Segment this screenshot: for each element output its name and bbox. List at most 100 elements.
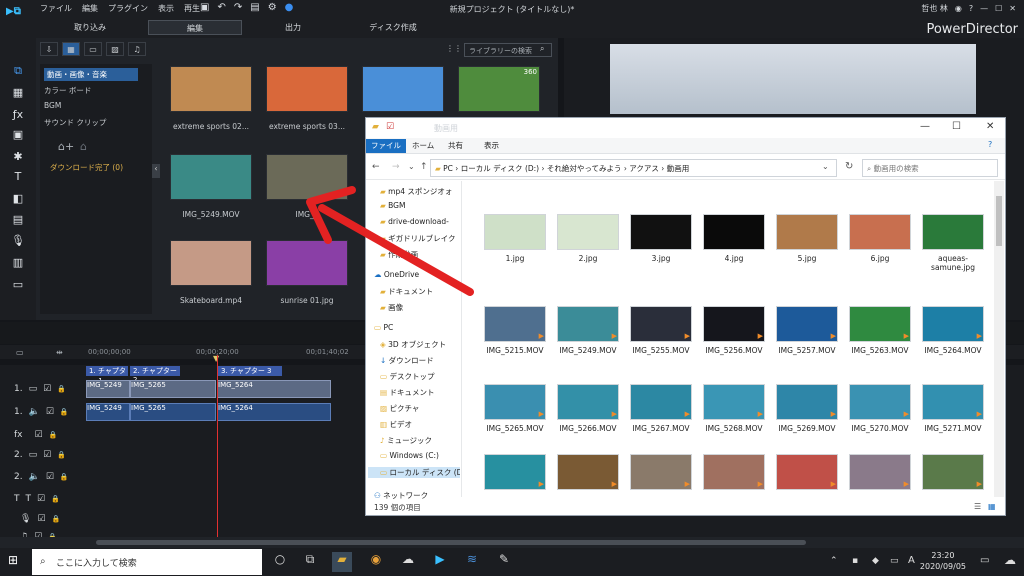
track-enable-checkbox[interactable]: ☑ (37, 494, 45, 504)
media-room-icon[interactable]: ⧉ (11, 64, 25, 78)
file-explorer-icon[interactable]: ▰ (332, 552, 352, 572)
file-thumbnail[interactable]: ▶ (630, 454, 692, 490)
file-thumbnail[interactable]: ▶ (484, 454, 546, 490)
file-scroll-thumb[interactable] (996, 196, 1002, 246)
lock-icon[interactable]: 🔒 (60, 473, 69, 481)
file-thumbnail[interactable]: ▶ (776, 306, 838, 342)
music-filter-icon[interactable]: ♫ (128, 42, 146, 56)
details-view-icon[interactable]: ☰ (974, 502, 981, 511)
video-clip-1[interactable]: IMG_5249 (86, 380, 130, 398)
search-icon[interactable]: ⌕ (540, 44, 544, 54)
title-icon[interactable]: T (11, 170, 25, 183)
nav-item[interactable]: ▰ 画像 (380, 302, 460, 313)
track-header[interactable]: fx ☑ 🔒 (0, 426, 86, 444)
track-header[interactable]: 2. 🔈 ☑ 🔒 (0, 468, 86, 486)
file-thumbnail[interactable] (630, 214, 692, 250)
nav-item[interactable]: ▨ ピクチャ (380, 403, 460, 414)
explorer-maximize[interactable]: ☐ (952, 121, 961, 132)
cloud-app-icon[interactable]: ☁ (398, 552, 418, 572)
video-filter-icon[interactable]: ▭ (84, 42, 102, 56)
library-thumb[interactable] (362, 66, 444, 112)
file-thumbnail[interactable]: ▶ (630, 384, 692, 420)
close-button[interactable]: ✕ (1009, 4, 1016, 13)
address-dropdown-icon[interactable]: ⌄ (822, 162, 829, 171)
explorer-minimize[interactable]: — (920, 121, 930, 132)
file-thumbnail[interactable] (922, 214, 984, 250)
maximize-button[interactable]: ☐ (995, 4, 1002, 13)
help-button[interactable]: ? (969, 4, 973, 13)
tab-disc[interactable]: ディスク作成 (346, 20, 440, 35)
help-icon[interactable]: ? (988, 140, 992, 149)
file-thumbnail[interactable] (849, 214, 911, 250)
grid-view-icon[interactable]: ⋮⋮ (446, 44, 462, 53)
forward-icon[interactable]: → (392, 162, 400, 172)
tray-icon[interactable]: ▪ (852, 556, 858, 566)
file-thumbnail[interactable]: ▶ (776, 384, 838, 420)
category-sound-clip[interactable]: サウンド クリップ (44, 117, 106, 128)
scroll-thumb[interactable] (96, 540, 806, 545)
nav-item[interactable]: ↓ ダウンロード (380, 355, 460, 366)
chapter-2[interactable]: 2. チャプター 2 (130, 366, 180, 384)
recent-icon[interactable]: ⌄ (408, 162, 415, 171)
ribbon-home[interactable]: ホーム (412, 140, 434, 151)
video-clip-2[interactable]: IMG_5265 (130, 380, 216, 398)
tab-edit[interactable]: 編集 (148, 20, 242, 35)
subtitle-icon[interactable]: ▭ (11, 278, 25, 291)
file-thumbnail[interactable]: ▶ (922, 306, 984, 342)
ribbon-file[interactable]: ファイル (366, 139, 406, 153)
address-bar[interactable]: ▰ PC › ローカル ディスク (D:) › それ絶対やってみよう › アクア… (430, 159, 837, 177)
nav-item[interactable]: ▭ ローカル ディスク (D (368, 467, 460, 478)
library-search-input[interactable]: ライブラリーの検索 (464, 43, 552, 57)
file-thumbnail[interactable]: ▶ (922, 454, 984, 490)
particle-icon[interactable]: ✱ (11, 150, 25, 163)
file-thumbnail[interactable]: ▶ (484, 384, 546, 420)
lock-icon[interactable]: 🔒 (57, 451, 66, 459)
notification-icon[interactable]: ▭ (980, 555, 989, 566)
audio-clip-1[interactable]: IMG_5249 (86, 403, 130, 421)
category-media[interactable]: 動画・画像・音楽 (44, 68, 138, 81)
explorer-search-input[interactable]: ⌕ 動画用の検索 (862, 159, 998, 177)
nav-item[interactable]: ▭ PC (374, 323, 454, 332)
voiceover-icon[interactable]: 🎙 (11, 234, 25, 247)
network-icon[interactable]: ▭ (890, 556, 899, 566)
track-enable-checkbox[interactable]: ☑ (37, 514, 45, 524)
windows-start-icon[interactable]: ⊞ (8, 553, 18, 567)
track-header[interactable]: 🎙 ☑ 🔒 (0, 510, 86, 528)
file-thumbnail[interactable] (703, 214, 765, 250)
lock-icon[interactable]: 🔒 (57, 385, 66, 393)
ribbon-view[interactable]: 表示 (484, 140, 499, 151)
user-icon[interactable]: ◉ (955, 4, 962, 13)
file-thumbnail[interactable] (776, 214, 838, 250)
crumb-current[interactable]: 動画用 (667, 164, 690, 173)
library-thumb[interactable]: 360 (458, 66, 540, 112)
crumb-pc[interactable]: PC (443, 164, 453, 173)
audio-clip-3[interactable]: IMG_5264 (217, 403, 331, 421)
file-thumbnail[interactable]: ▶ (849, 454, 911, 490)
track-manager-icon[interactable]: ▭ (16, 348, 24, 357)
track-enable-checkbox[interactable]: ☑ (43, 450, 51, 460)
audio-app-icon[interactable]: ≋ (462, 552, 482, 572)
file-thumbnail[interactable] (557, 214, 619, 250)
fx-icon[interactable]: ƒx (11, 108, 25, 121)
file-thumbnail[interactable]: ▶ (776, 454, 838, 490)
track-header[interactable]: 2. ▭ ☑ 🔒 (0, 446, 86, 464)
ribbon-share[interactable]: 共有 (448, 140, 463, 151)
file-thumbnail[interactable]: ▶ (703, 384, 765, 420)
explorer-close[interactable]: ✕ (986, 121, 994, 132)
category-colorboard[interactable]: カラー ボード (44, 85, 91, 96)
ime-icon[interactable]: A (908, 555, 915, 566)
crumb-folder2[interactable]: アクアス (629, 164, 659, 173)
media-filter-icon[interactable]: ▦ (62, 42, 80, 56)
minimize-button[interactable]: — (980, 4, 988, 13)
library-thumb[interactable] (170, 240, 252, 286)
crumb-folder1[interactable]: それ絶対やってみよう (547, 164, 622, 173)
tray-chevron-icon[interactable]: ⌃ (830, 556, 838, 566)
taskbar-search-input[interactable]: ここに入力して検索 (32, 549, 262, 575)
nav-item[interactable]: ⚇ ネットワーク (374, 490, 454, 501)
nav-item[interactable]: ◈ 3D オブジェクト (380, 339, 460, 350)
tab-import[interactable]: 取り込み (40, 20, 140, 35)
audio-clip-2[interactable]: IMG_5265 (130, 403, 216, 421)
templates-icon[interactable]: ▦ (11, 86, 25, 99)
weather-icon[interactable]: ☁ (1004, 553, 1016, 567)
chapter-3[interactable]: 3. チャプター 3 (218, 366, 282, 376)
